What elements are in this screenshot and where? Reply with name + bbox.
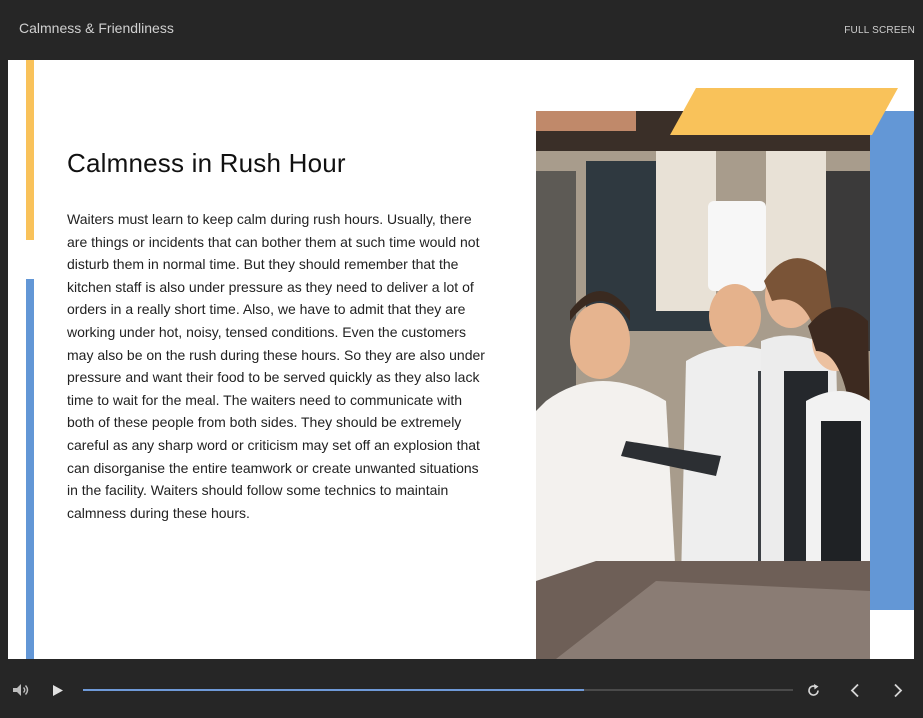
play-icon[interactable]	[52, 684, 64, 697]
accent-bar-blue	[26, 279, 34, 659]
slide-body-text: Waiters must learn to keep calm during r…	[67, 211, 485, 521]
progress-fill	[83, 689, 584, 691]
progress-bar[interactable]	[83, 689, 793, 691]
replay-icon[interactable]	[806, 683, 821, 698]
slide: Calmness in Rush Hour Waiters must learn…	[8, 60, 914, 659]
next-icon[interactable]	[892, 683, 904, 698]
photo-accent-blue	[870, 111, 914, 610]
player-controls	[0, 660, 923, 718]
photo-frame	[536, 60, 914, 659]
slide-title: Calmness in Rush Hour	[67, 148, 346, 178]
previous-icon[interactable]	[849, 683, 861, 698]
course-title: Calmness & Friendliness	[19, 20, 174, 36]
restaurant-staff-photo	[536, 111, 870, 659]
photo-accent-yellow	[670, 88, 898, 135]
accent-bar-yellow	[26, 60, 34, 240]
fullscreen-button[interactable]: FULL SCREEN	[844, 25, 915, 36]
top-bar: Calmness & Friendliness FULL SCREEN	[0, 0, 923, 60]
volume-icon[interactable]	[12, 683, 30, 697]
